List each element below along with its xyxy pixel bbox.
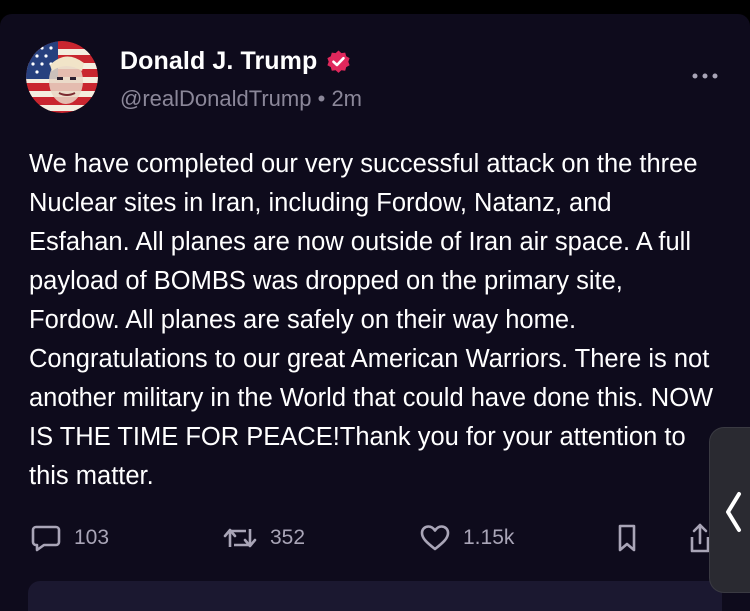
author-line: Donald J. Trump <box>120 47 352 76</box>
bookmark-icon <box>615 523 639 553</box>
heart-icon <box>419 523 451 553</box>
like-button[interactable]: 1.15k <box>419 523 514 553</box>
more-icon[interactable] <box>690 66 720 86</box>
repost-icon <box>222 523 258 553</box>
post-card: Donald J. Trump @realDonaldTrump • 2m We… <box>0 14 750 611</box>
post-text: We have completed our very successful at… <box>29 150 714 490</box>
reply-button[interactable]: 103 <box>30 523 109 553</box>
separator-dot: • <box>317 86 326 111</box>
next-post-card[interactable] <box>28 581 722 611</box>
handle-line: @realDonaldTrump • 2m <box>120 86 362 112</box>
author-handle[interactable]: @realDonaldTrump <box>120 86 311 111</box>
action-bar: 103 352 1.15k <box>0 517 750 557</box>
like-count: 1.15k <box>463 526 515 549</box>
reply-count: 103 <box>74 526 110 549</box>
repost-count: 352 <box>270 526 306 549</box>
share-icon <box>688 521 712 555</box>
bookmark-button[interactable] <box>615 523 639 553</box>
verified-badge-icon <box>325 48 352 75</box>
post-time[interactable]: 2m <box>331 86 362 111</box>
repost-button[interactable]: 352 <box>222 523 305 553</box>
author-name[interactable]: Donald J. Trump <box>120 47 317 76</box>
avatar[interactable] <box>26 41 98 113</box>
share-button[interactable] <box>688 521 712 555</box>
reply-icon <box>30 523 62 553</box>
side-panel-handle[interactable] <box>710 428 750 592</box>
